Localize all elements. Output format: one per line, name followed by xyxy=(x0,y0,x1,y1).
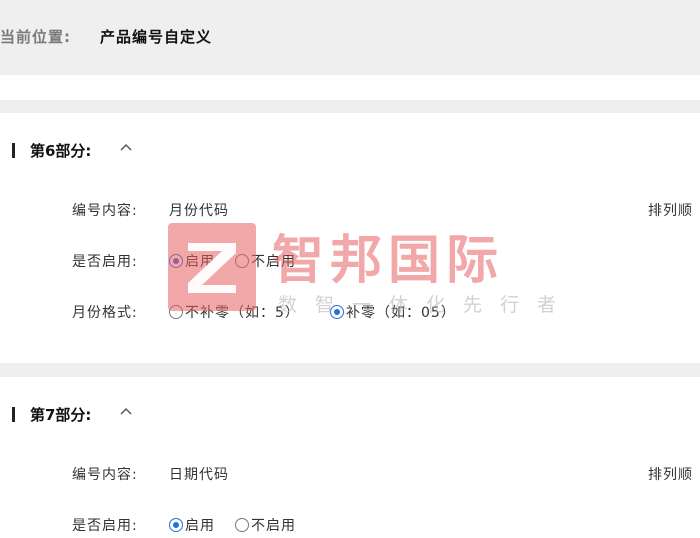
enable-on-label: 启用 xyxy=(185,518,215,534)
radio-unchecked[interactable] xyxy=(235,518,249,532)
breadcrumb-label: 当前位置: xyxy=(0,28,71,46)
enable-label: 是否启用: xyxy=(72,518,138,534)
watermark-brand: 智邦国际 xyxy=(272,231,505,291)
section-header: 第7部分: xyxy=(0,404,700,426)
content-value: 月份代码 xyxy=(169,203,229,219)
enable-row: 是否启用: 启用 不启用 xyxy=(0,515,700,537)
content-row: 编号内容: 日期代码 排列顺 xyxy=(0,464,700,486)
page-title: 产品编号自定义 xyxy=(100,28,213,46)
chevron-up-icon[interactable] xyxy=(118,139,134,155)
section-title: 第6部分: xyxy=(30,142,92,160)
breadcrumb: 当前位置: 产品编号自定义 xyxy=(0,0,700,75)
enable-off-label: 不启用 xyxy=(251,518,296,534)
section-marker xyxy=(12,143,15,158)
section-part-7: 第7部分: 编号内容: 日期代码 排列顺 是否启用: 启用 不启用 xyxy=(0,377,700,538)
watermark-logo-icon xyxy=(168,223,256,311)
enable-off-option[interactable]: 不启用 xyxy=(235,515,296,535)
watermark-slogan: 数智一体化先行者 xyxy=(278,294,575,316)
section-title: 第7部分: xyxy=(30,406,92,424)
enable-label: 是否启用: xyxy=(72,254,138,270)
order-label: 排列顺 xyxy=(648,203,693,219)
spacer xyxy=(0,75,700,100)
section-marker xyxy=(12,407,15,422)
chevron-up-icon[interactable] xyxy=(118,403,134,419)
section-divider xyxy=(0,363,700,377)
format-label: 月份格式: xyxy=(72,305,138,321)
content-label: 编号内容: xyxy=(72,467,138,483)
content-value: 日期代码 xyxy=(169,467,229,483)
content-label: 编号内容: xyxy=(72,203,138,219)
enable-on-option[interactable]: 启用 xyxy=(169,515,215,535)
order-label: 排列顺 xyxy=(648,467,693,483)
radio-checked[interactable] xyxy=(169,518,183,532)
section-divider xyxy=(0,100,700,113)
section-header: 第6部分: xyxy=(0,140,700,162)
